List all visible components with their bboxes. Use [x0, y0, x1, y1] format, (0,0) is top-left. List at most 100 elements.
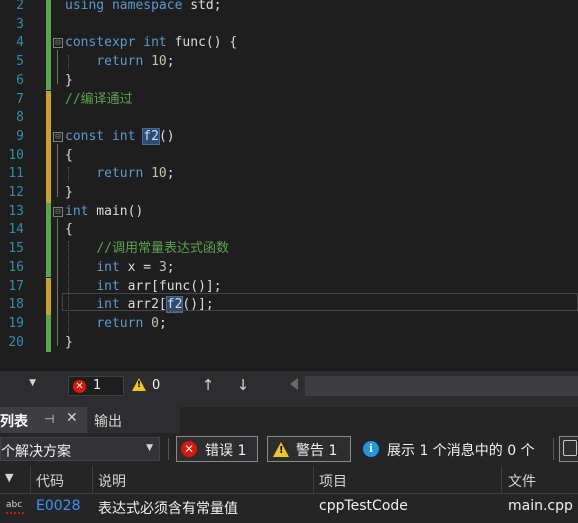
error-list-table: ▼ 代码 说明 项目 文件 abc E0028 表达式必须含有常量值 cppTe…: [0, 466, 578, 523]
column-header-file[interactable]: 文件: [508, 471, 536, 491]
code-token: {: [65, 147, 73, 163]
code-line[interactable]: 14 {: [0, 221, 578, 241]
line-number: 8: [16, 110, 24, 126]
code-token: std;: [182, 0, 222, 13]
change-marker: [46, 71, 51, 91]
table-row[interactable]: abc E0028 表达式必须含有常量值 cppTestCode main.cp…: [0, 494, 578, 521]
error-icon: ✕: [181, 441, 197, 457]
warning-icon: !: [273, 442, 289, 457]
code-line[interactable]: 3: [0, 15, 578, 35]
scroll-left-arrow-icon[interactable]: [290, 378, 298, 390]
line-number: 19: [8, 315, 24, 331]
code-line[interactable]: 6}: [0, 71, 578, 91]
column-header-project[interactable]: 项目: [319, 471, 347, 491]
next-issue-button[interactable]: ↓: [234, 376, 252, 394]
error-count-indicator[interactable]: ✕ 1: [68, 376, 124, 396]
column-divider[interactable]: [501, 466, 502, 493]
warnings-filter-label: 警告 1: [296, 443, 338, 459]
error-code-link[interactable]: E0028: [36, 498, 80, 514]
line-number: 15: [8, 241, 24, 257]
scope-dropdown[interactable]: 个解决方案 ▼: [0, 437, 160, 461]
line-number: 4: [16, 35, 24, 51]
code-token: ;: [166, 166, 175, 182]
line-number: 7: [16, 91, 24, 107]
code-line[interactable]: 9 ⊟ const int f2(): [0, 127, 578, 147]
code-text: using namespace std;: [65, 0, 222, 16]
tab-output-label: 输出: [94, 414, 122, 430]
code-text: //调用常量表达式函数: [65, 240, 229, 259]
chevron-down-icon: ▼: [29, 378, 36, 388]
code-text: return 0;: [65, 315, 166, 334]
build-filter-button[interactable]: [559, 436, 578, 462]
code-line[interactable]: 8: [0, 109, 578, 128]
code-line[interactable]: 4 ⊟ constexpr int func() {: [0, 34, 578, 54]
line-number: 3: [16, 16, 24, 32]
editor-status-bar: ▼ ✕ 1 ! 0 ↑ ↓: [0, 371, 578, 401]
code-text: int main(): [65, 203, 143, 222]
warning-count-indicator[interactable]: ! 0: [130, 377, 170, 397]
code-line[interactable]: 16 int x = 3;: [0, 258, 578, 278]
code-line[interactable]: 12}: [0, 184, 578, 203]
intellisense-error-icon: abc: [6, 500, 24, 514]
code-token: int: [96, 259, 120, 275]
change-marker: [46, 0, 51, 16]
previous-issue-button[interactable]: ↑: [199, 376, 217, 394]
code-text: }: [65, 184, 73, 203]
code-token: return: [96, 54, 144, 70]
code-token: 10: [151, 166, 167, 182]
bottom-panel-tabs: 列表 ⊣ ✕ 输出: [0, 401, 578, 434]
code-token: arr[func()];: [119, 278, 222, 294]
change-marker: [46, 221, 51, 241]
code-line[interactable]: 13 ⊟ int main(): [0, 202, 578, 222]
code-token: }: [65, 185, 73, 200]
warning-count: 0: [152, 378, 161, 393]
horizontal-scrollbar[interactable]: [305, 376, 578, 396]
warnings-filter-button[interactable]: ! 警告 1: [267, 436, 351, 462]
column-divider[interactable]: [313, 466, 314, 493]
messages-filter-button[interactable]: i 展示 1 个消息中的 0 个: [358, 436, 552, 462]
code-line[interactable]: 15 //调用常量表达式函数: [0, 240, 578, 259]
code-editor[interactable]: 2 using namespace std; 3 4 ⊟ constexpr int fu…: [0, 0, 578, 371]
tab-strip-filler: [180, 407, 578, 433]
code-line[interactable]: 19 return 0;: [0, 314, 578, 334]
change-marker: [46, 15, 51, 35]
highlighted-symbol: f2: [142, 127, 160, 145]
zoom-dropdown[interactable]: ▼: [0, 377, 40, 395]
close-icon[interactable]: ✕: [66, 410, 78, 426]
code-token: //调用常量表达式函数: [96, 241, 229, 257]
indent-guide: [68, 167, 69, 181]
info-icon: i: [363, 441, 379, 457]
code-text: int x = 3;: [65, 259, 174, 278]
column-divider[interactable]: [92, 466, 93, 493]
tab-error-list[interactable]: 列表 ⊣ ✕: [0, 407, 86, 433]
line-number: 6: [16, 72, 24, 88]
code-text: //编译通过: [65, 91, 133, 110]
sort-icon[interactable]: ▼: [5, 471, 13, 484]
line-number: 2: [16, 0, 24, 13]
tab-output[interactable]: 输出: [86, 407, 181, 433]
code-line[interactable]: 20}: [0, 333, 578, 353]
collapse-icon[interactable]: ⊟: [53, 131, 63, 142]
code-text: {: [65, 221, 73, 240]
code-line[interactable]: 11 return 10;: [0, 165, 578, 184]
change-marker: [46, 127, 51, 147]
code-line[interactable]: 5 return 10;: [0, 53, 578, 72]
line-number: 10: [8, 147, 24, 163]
line-number: 17: [8, 278, 24, 294]
errors-filter-button[interactable]: ✕ 错误 1: [176, 436, 258, 462]
code-line[interactable]: 2 using namespace std;: [0, 0, 578, 16]
column-divider[interactable]: [30, 466, 31, 493]
collapse-icon[interactable]: ⊟: [53, 38, 63, 49]
column-header-description[interactable]: 说明: [98, 471, 126, 491]
change-marker: [46, 258, 51, 278]
collapse-icon[interactable]: ⊟: [53, 206, 63, 217]
column-header-code[interactable]: 代码: [36, 471, 64, 491]
code-line[interactable]: 10 {: [0, 146, 578, 166]
pin-icon[interactable]: ⊣: [44, 412, 54, 426]
code-line[interactable]: 7 //编译通过: [0, 90, 578, 110]
